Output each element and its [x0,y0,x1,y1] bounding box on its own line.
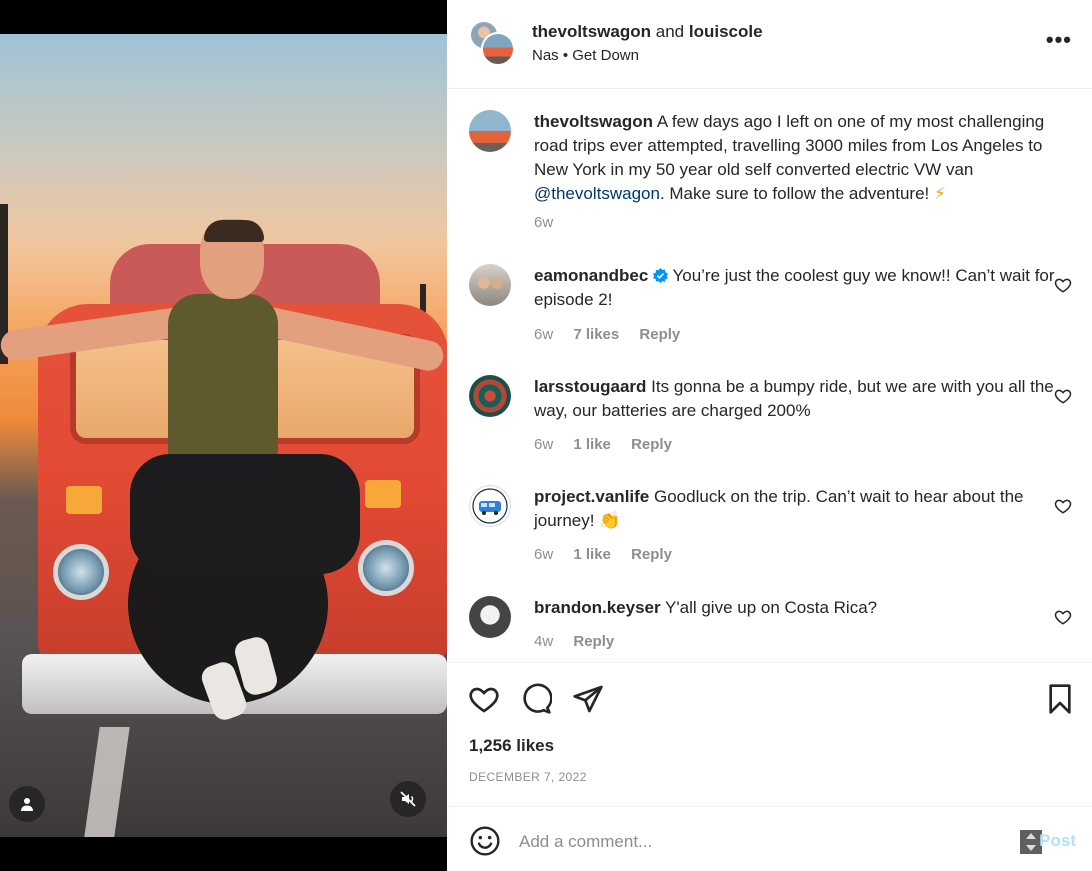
comment-timestamp[interactable]: 6w [534,326,553,343]
emoji-smile-icon[interactable] [469,825,501,857]
comment-meta: 6w 1 like Reply [534,546,688,563]
comment-timestamp[interactable]: 6w [534,546,553,563]
comment-text: brandon.keyser Y'all give up on Costa Ri… [534,596,1064,620]
van-headlight [53,544,109,600]
post-likes-count[interactable]: 1,256 likes [469,736,554,756]
comment-composer: Post [447,806,1092,871]
collaborator-username[interactable]: louiscole [689,22,763,41]
comment-meta: 6w 7 likes Reply [534,326,696,343]
post-comment-button[interactable]: Post [1039,831,1076,851]
comment-bubble-icon[interactable] [520,683,552,715]
comment-username[interactable]: brandon.keyser [534,598,661,617]
more-options-button[interactable]: ••• [1046,29,1072,51]
comment-text: project.vanlife Goodluck on the trip. Ca… [534,485,1064,533]
muted-speaker-icon [400,791,416,807]
caption-meta: 6w [534,214,569,231]
comment-timestamp[interactable]: 6w [534,436,553,453]
comment-reply-button[interactable]: Reply [639,326,680,343]
caption-username[interactable]: thevoltswagon [534,112,653,131]
comment-username[interactable]: eamonandbec [534,266,648,285]
post-date[interactable]: DECEMBER 7, 2022 [469,770,587,784]
comment-meta: 4w Reply [534,633,630,650]
audio-track[interactable]: Nas • Get Down [532,47,639,64]
comment-reply-button[interactable]: Reply [573,633,614,650]
comment-likes-count[interactable]: 1 like [573,546,611,563]
bookmark-icon[interactable] [1044,683,1076,715]
project-vanlife-logo [472,488,508,524]
comment-meta: 6w 1 like Reply [534,436,688,453]
post-details-panel: thevoltswagon and louiscole Nas • Get Do… [447,0,1092,871]
lightning-emoji: ⚡ [934,184,946,203]
comment-like-icon[interactable] [1054,497,1072,515]
comment-body: Y'all give up on Costa Rica? [665,598,878,617]
avatar[interactable] [469,264,511,306]
post-authors: thevoltswagon and louiscole [532,22,763,42]
comment-text: larsstougaard Its gonna be a bumpy ride,… [534,375,1064,423]
caption-text: thevoltswagon A few days ago I left on o… [534,110,1064,206]
comment-item: brandon.keyser Y'all give up on Costa Ri… [469,596,1072,662]
more-options-icon: ••• [1045,27,1072,52]
tagged-people-button[interactable] [9,786,45,822]
comment-username[interactable]: project.vanlife [534,487,649,506]
person-torso [168,294,278,469]
comment-likes-count[interactable]: 7 likes [573,326,619,343]
comment-likes-count[interactable]: 1 like [573,436,611,453]
collab-avatar-stack[interactable] [469,20,515,66]
person-legs [130,454,360,574]
van-blinker [365,480,401,508]
avatar[interactable] [469,375,511,417]
comment-like-icon[interactable] [1054,387,1072,405]
post-media[interactable] [0,0,447,871]
caption-mention-link[interactable]: @thevoltswagon [534,184,660,203]
comment-text: eamonandbec You’re just the coolest guy … [534,264,1064,312]
avatar[interactable] [469,596,511,638]
clapping-emoji: 👏 [599,511,621,530]
paper-plane-icon[interactable] [572,683,604,715]
comment-item: eamonandbec You’re just the coolest guy … [469,264,1072,354]
author-username[interactable]: thevoltswagon [532,22,651,41]
avatar[interactable] [469,110,511,152]
comment-timestamp[interactable]: 4w [534,633,553,650]
avatar[interactable] [469,485,511,527]
mute-toggle-button[interactable] [390,781,426,817]
comment-username[interactable]: larsstougaard [534,377,646,396]
verified-badge-icon [653,268,669,283]
comment-reply-button[interactable]: Reply [631,546,672,563]
van-blinker [66,486,102,514]
post-actions: 1,256 likes DECEMBER 7, 2022 [447,662,1092,806]
caption-body-end: . Make sure to follow the adventure! [659,184,930,203]
comment-reply-button[interactable]: Reply [631,436,672,453]
comment-item: project.vanlife Goodluck on the trip. Ca… [469,485,1072,575]
comment-item: larsstougaard Its gonna be a bumpy ride,… [469,375,1072,465]
van-headlight [358,540,414,596]
comments-list[interactable]: thevoltswagon A few days ago I left on o… [447,90,1092,662]
caption-timestamp[interactable]: 6w [534,214,553,231]
comment-like-icon[interactable] [1054,608,1072,626]
person-hair [204,220,264,242]
post-header: thevoltswagon and louiscole Nas • Get Do… [447,0,1092,89]
person-tag-icon [21,798,33,811]
comment-like-icon[interactable] [1054,276,1072,294]
post-caption: thevoltswagon A few days ago I left on o… [469,110,1069,240]
authors-joiner: and [655,22,685,41]
comment-input[interactable] [519,827,999,857]
heart-icon[interactable] [468,683,500,715]
avatar[interactable] [481,32,515,66]
post-video-frame[interactable] [0,34,447,837]
